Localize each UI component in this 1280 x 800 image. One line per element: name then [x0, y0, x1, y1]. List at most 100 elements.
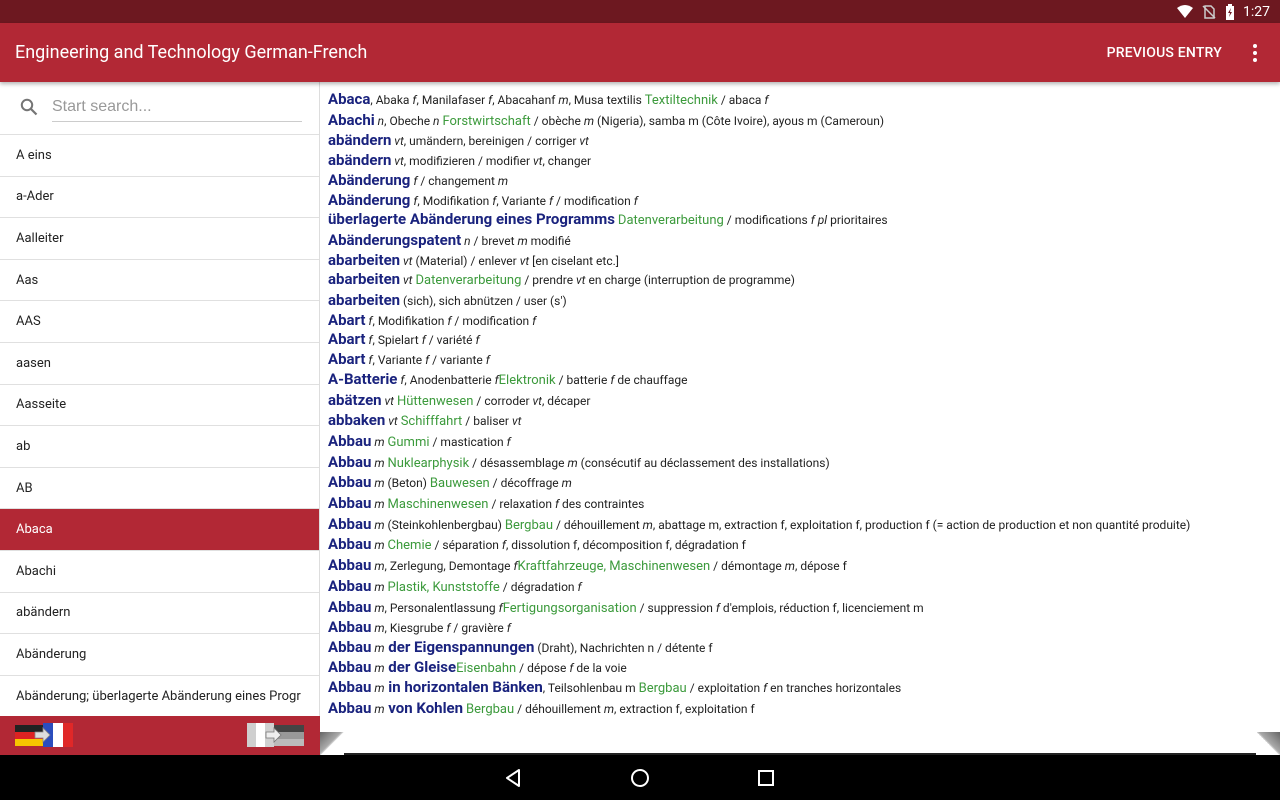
more-vert-icon[interactable] [1240, 33, 1270, 73]
dictionary-entry[interactable]: Abbau m Nuklearphysik / désassemblage m … [328, 453, 1280, 474]
grammar-tag: m [371, 660, 385, 675]
entry-text: , Modifikation [417, 193, 493, 208]
dictionary-entry[interactable]: Abbau m Plastik, Kunststoffe / dégradati… [328, 577, 1280, 598]
headword: Abbau [328, 597, 372, 616]
list-item[interactable]: a-Ader [0, 175, 319, 218]
list-item[interactable]: A eins [0, 134, 319, 176]
navigation-bar [0, 755, 1280, 800]
list-item[interactable]: Abachi [0, 549, 319, 592]
dictionary-entry[interactable]: abarbeiten (sich), sich abnützen / user … [328, 291, 1280, 311]
subject-domain: Eisenbahn [456, 660, 517, 676]
entry-text: / changement [417, 173, 498, 188]
dictionary-entry[interactable]: Abbau m der GleiseEisenbahn / dépose f d… [328, 658, 1280, 679]
dictionary-entry[interactable]: Abbau m (Steinkohlenbergbau) Bergbau / d… [328, 515, 1280, 536]
entry-text: de la voie [573, 660, 627, 675]
entry-text: , modifizieren / modifier [403, 154, 533, 169]
dictionary-entry[interactable]: Abbau m Chemie / séparation f, dissoluti… [328, 535, 1280, 556]
home-icon[interactable] [625, 763, 655, 793]
headword: abändern [328, 151, 392, 170]
back-icon[interactable] [499, 763, 529, 793]
search-bar [0, 82, 319, 132]
list-item[interactable]: abändern [0, 591, 319, 634]
entry-text: , Musa textilis [568, 93, 645, 107]
entry-text: [en ciselant etc.] [529, 253, 619, 268]
dictionary-entry[interactable]: abändern vt, modifizieren / modifier vt,… [328, 151, 1280, 171]
grammar-tag: m [371, 455, 385, 470]
dictionary-entry[interactable]: Abbau m (Beton) Bauwesen / décoffrage m [328, 473, 1280, 494]
entry-text: (Beton) [384, 476, 430, 491]
dictionary-entry[interactable]: Abachi n, Obeche n Forstwirtschaft / obè… [328, 111, 1280, 132]
dictionary-entry[interactable]: abbaken vt Schifffahrt / baliser vt [328, 411, 1280, 432]
dictionary-entry[interactable]: Abänderungspatent n / brevet m modifié [328, 231, 1280, 251]
entry-text: , Variante [496, 193, 549, 208]
entry-text: / désassemblage [469, 455, 568, 470]
list-item[interactable]: aasen [0, 341, 319, 384]
previous-entry-button[interactable]: PREVIOUS ENTRY [1107, 45, 1222, 61]
dictionary-entry[interactable]: Abbau m, Zerlegung, Demontage fKraftfahr… [328, 556, 1280, 577]
headword: Abbau [328, 657, 372, 676]
list-item[interactable]: Abaca [0, 508, 319, 550]
grammar-tag: vt [532, 393, 542, 408]
list-item[interactable]: Abänderung [0, 633, 319, 675]
dictionary-entry[interactable]: Abbau m, Personalentlassung fFertigungso… [328, 598, 1280, 619]
page-curl-right-icon[interactable] [1256, 732, 1280, 755]
grammar-tag: m [642, 517, 653, 532]
dictionary-entry[interactable]: Abbau m der Eigenspannungen (Draht), Nac… [328, 638, 1280, 658]
entry-text: / prendre [521, 273, 577, 288]
list-item[interactable]: Aas [0, 258, 319, 301]
headword: Abart [328, 310, 366, 329]
search-input[interactable] [52, 92, 302, 122]
page-curl-left-icon[interactable] [320, 732, 344, 755]
list-item[interactable]: AAS [0, 300, 319, 342]
grammar-tag: n [374, 113, 385, 128]
grammar-tag: f [532, 313, 537, 328]
grammar-tag: vt [579, 134, 589, 149]
grammar-tag: m [583, 113, 595, 128]
fr-de-flag-icon[interactable] [246, 722, 306, 748]
headword-phrase: von Kohlen [384, 699, 464, 716]
grammar-tag: m [603, 702, 615, 716]
dictionary-entry[interactable]: überlagerte Abänderung eines Programms D… [328, 210, 1280, 231]
dictionary-entry[interactable]: abarbeiten vt Datenverarbeitung / prendr… [328, 270, 1280, 291]
list-item[interactable]: Aalleiter [0, 217, 319, 259]
dictionary-entry[interactable]: Abart f, Variante f / variante f [328, 350, 1280, 370]
list-item[interactable]: Abänderung; überlagerte Abänderung eines… [0, 674, 319, 716]
entry-text: / modification [451, 313, 533, 328]
dictionary-entry[interactable]: Abaca, Abaka f, Manilafaser f, Abacahanf… [328, 90, 1280, 111]
subject-domain: Schifffahrt [400, 414, 463, 430]
de-fr-flag-icon[interactable] [13, 722, 75, 748]
headword: Abaca [328, 90, 371, 108]
headword: Abbau [328, 473, 372, 492]
grammar-tag: vt [385, 414, 398, 429]
recents-icon[interactable] [751, 763, 781, 793]
grammar-tag: vt [391, 154, 404, 169]
battery-charging-icon [1226, 3, 1234, 20]
dictionary-entry[interactable]: Abänderung f / changement m [328, 171, 1280, 191]
word-list: AintA einsa-AderAalleiterAasAASaasenAass… [0, 126, 319, 716]
grammar-tag: f [633, 193, 638, 208]
dictionary-entry[interactable]: abarbeiten vt (Material) / enlever vt [e… [328, 251, 1280, 271]
list-item[interactable]: Aasseite [0, 383, 319, 426]
list-item[interactable]: ab [0, 425, 319, 467]
dictionary-entry[interactable]: A-Batterie f, Anodenbatterie fElektronik… [328, 370, 1280, 391]
dictionary-entry[interactable]: abätzen vt Hüttenwesen / corroder vt, dé… [328, 391, 1280, 412]
list-item[interactable]: AB [0, 466, 319, 509]
dictionary-entry[interactable]: Abbau m Gummi / mastication f [328, 432, 1280, 453]
grammar-tag: m [567, 455, 578, 470]
entry-text: , Spielart [372, 333, 422, 348]
entry-text: de chauffage [614, 372, 688, 387]
grammar-tag: m [371, 681, 385, 696]
dictionary-entry[interactable]: Abbau m Maschinenwesen / relaxation f de… [328, 494, 1280, 515]
entry-text: , Modifikation [372, 313, 448, 328]
dictionary-entry[interactable]: Abart f, Spielart f / variété f [328, 330, 1280, 350]
headword-phrase: der Gleise [384, 657, 457, 676]
dictionary-entry[interactable]: Abänderung f, Modifikation f, Variante f… [328, 191, 1280, 211]
dictionary-entry[interactable]: Abbau m von Kohlen Bergbau / déhouilleme… [328, 699, 1280, 716]
entry-content[interactable]: Abaca, Abaka f , Manilafaser f , Abacahanf… [320, 82, 1280, 716]
dictionary-entry[interactable]: Abart f, Modifikation f / modification f [328, 311, 1280, 331]
dictionary-entry[interactable]: Abbau m in horizontalen Bänken, Teilsohl… [328, 678, 1280, 699]
grammar-tag: f [577, 579, 582, 594]
dictionary-entry[interactable]: abändern vt, umändern, bereinigen / corr… [328, 131, 1280, 151]
dictionary-entry[interactable]: Abbau m, Kiesgrube f / gravière f [328, 618, 1280, 638]
grammar-tag: m [561, 476, 572, 491]
